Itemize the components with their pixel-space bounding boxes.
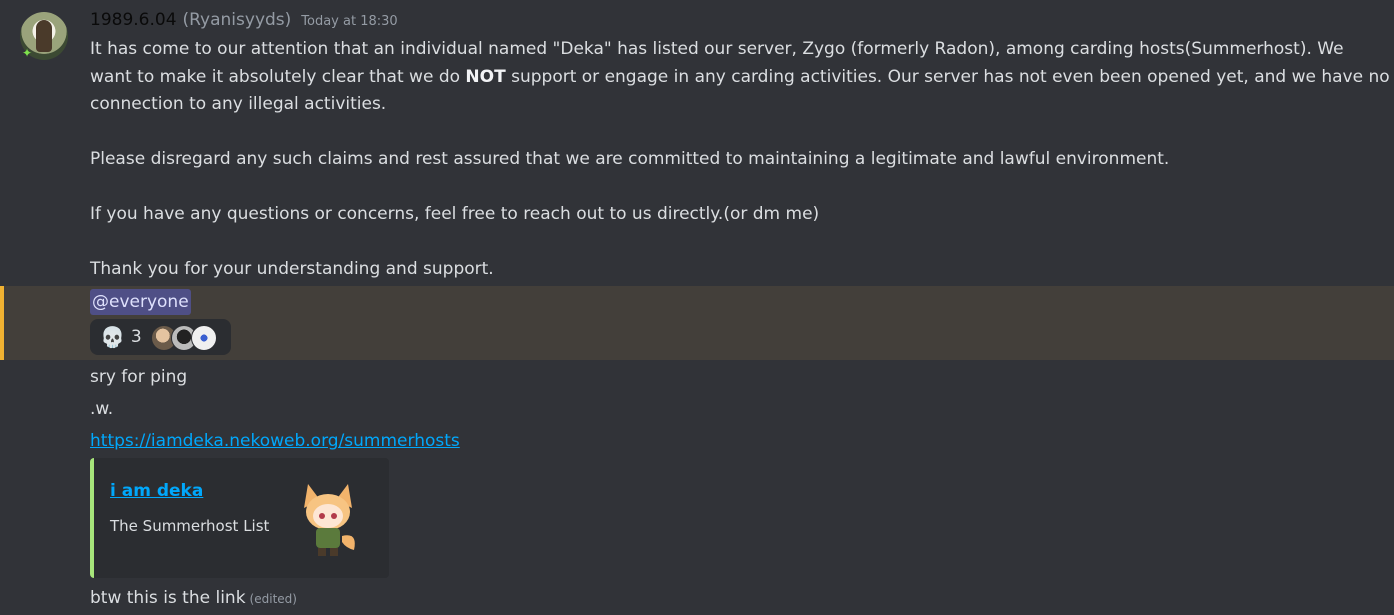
edited-marker: (edited) [249,592,297,606]
embed-title[interactable]: i am deka [110,481,203,501]
username[interactable]: 1989.6.04 [90,10,177,30]
nitro-sparkle-icon: ✦ [22,46,33,60]
message-paragraph-2: Please disregard any such claims and res… [90,149,1170,169]
summerhost-link[interactable]: https://iamdeka.nekoweb.org/summerhosts [90,431,460,451]
message-paragraph-1: It has come to our attention that an ind… [90,39,1390,114]
link-embed: i am deka The Summerhost List [90,458,389,578]
embed-description: The Summerhost List [110,517,270,535]
message-header: 1989.6.04 (Ryanisyyds) Today at 18:30 [90,10,398,34]
followup-line-last: btw this is the link (edited) [90,588,297,608]
everyone-mention[interactable]: @everyone [90,289,191,315]
message-paragraph-4: Thank you for your understanding and sup… [90,259,494,279]
followup-line-2: .w. [90,399,114,419]
nickname: (Ryanisyyds) [182,10,292,30]
message-paragraph-3: If you have any questions or concerns, f… [90,204,820,224]
followup-line-1: sry for ping [90,367,188,387]
reactor-avatar [191,325,217,351]
timestamp[interactable]: Today at 18:30 [301,14,397,29]
reaction-count: 3 [130,327,142,347]
reaction-button[interactable]: 💀 3 [90,319,231,355]
embed-thumbnail[interactable] [294,478,362,560]
link-line: https://iamdeka.nekoweb.org/summerhosts [90,428,1390,456]
skull-icon: 💀 [100,325,125,349]
